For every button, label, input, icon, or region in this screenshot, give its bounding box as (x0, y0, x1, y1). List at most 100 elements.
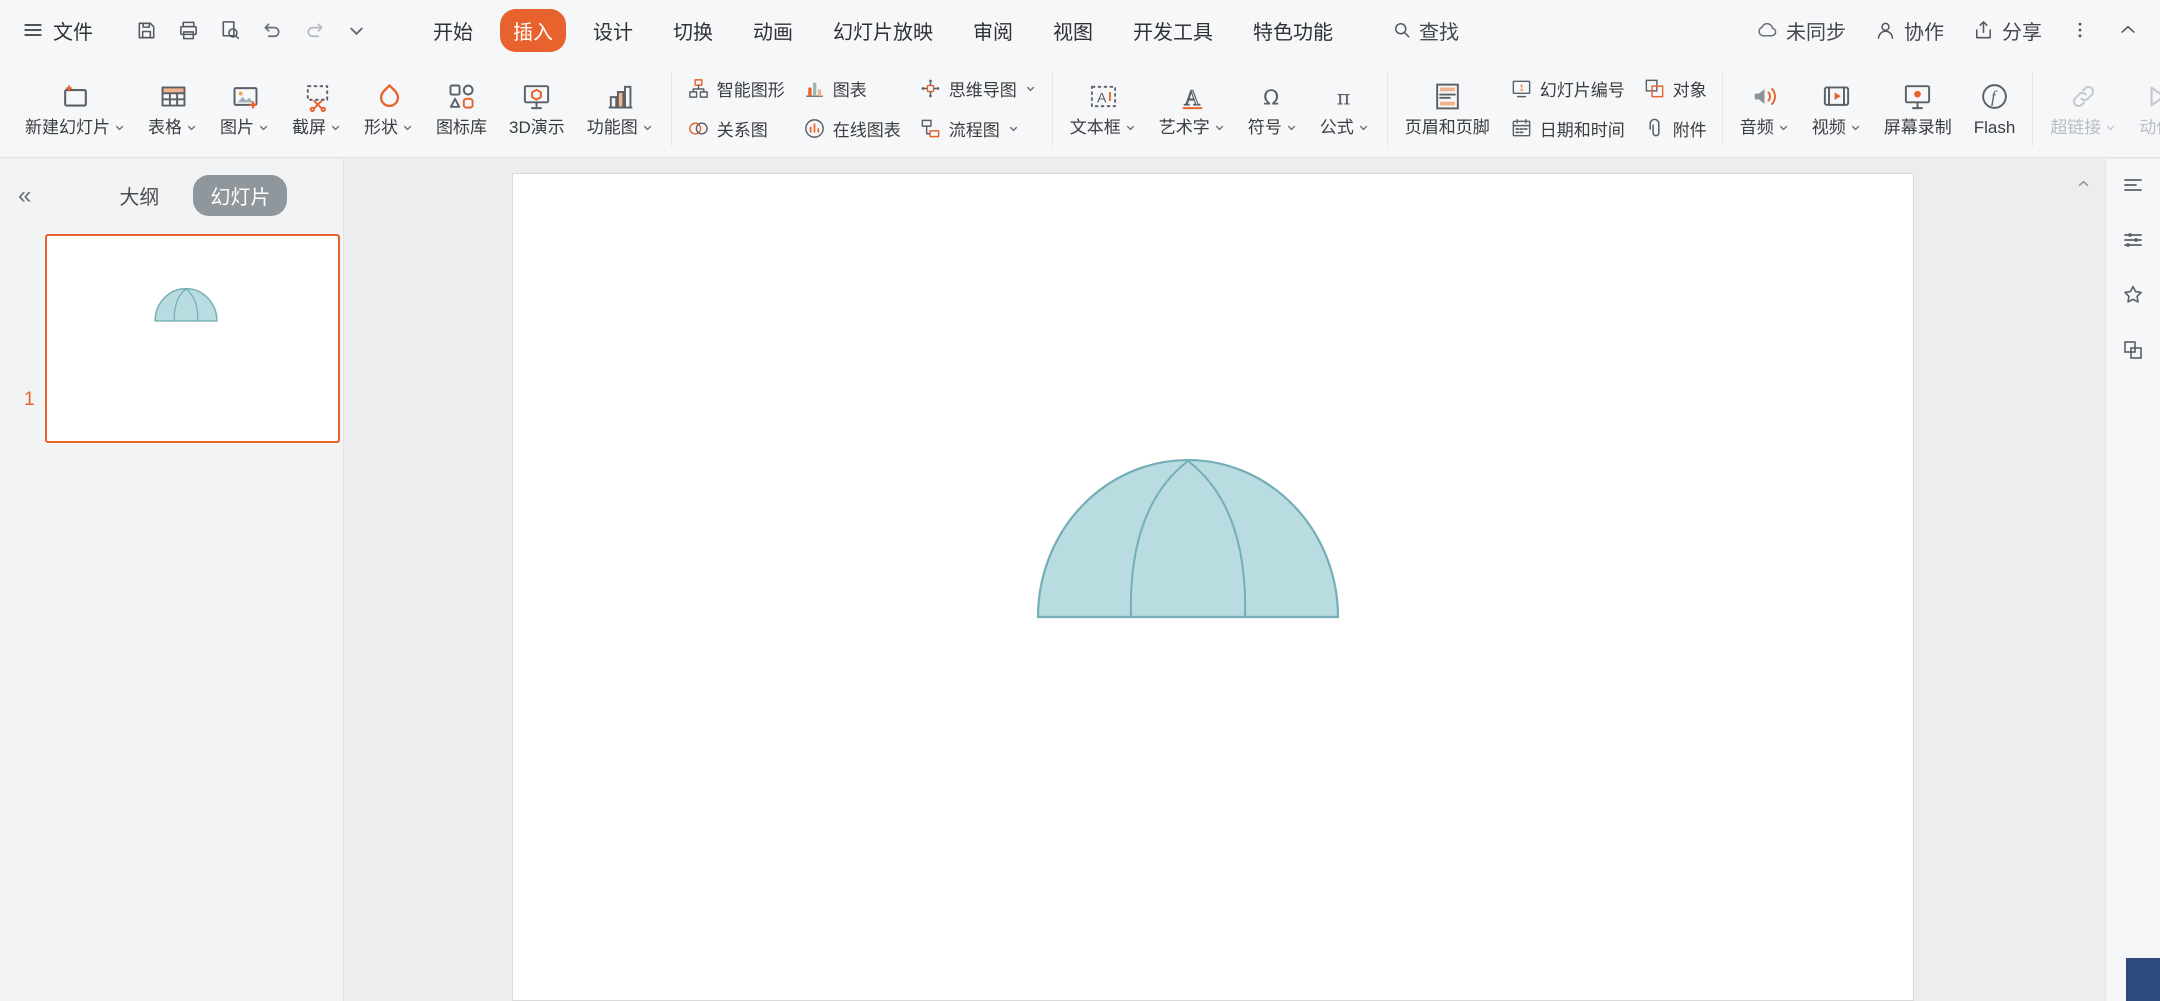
ribbon-label: 流程图 (949, 116, 1000, 141)
ribbon-button-header-footer[interactable]: 页眉和页脚 (1394, 62, 1501, 156)
settings-sliders-icon[interactable] (2121, 228, 2145, 252)
find-button[interactable]: 查找 (1392, 16, 1459, 45)
ribbon-button-new-slide[interactable]: 新建幻灯片 (14, 62, 137, 156)
panel-tab-outline[interactable]: 大纲 (119, 181, 159, 210)
ribbon-button-online-chart[interactable]: 在线图表 (803, 112, 901, 146)
tab-developer[interactable]: 开发工具 (1120, 9, 1226, 52)
ribbon-button-icon-library[interactable]: 图标库 (425, 62, 498, 156)
caret-down-icon (1024, 82, 1037, 95)
ribbon-label: 对象 (1673, 76, 1707, 101)
tab-home[interactable]: 开始 (420, 9, 486, 52)
ribbon-button-textbox[interactable]: A 文本框 (1059, 62, 1148, 156)
star-icon[interactable] (2121, 283, 2145, 307)
relation-diagram-icon (687, 117, 710, 140)
svg-text:1: 1 (1519, 83, 1524, 93)
ribbon-button-flash[interactable]: f Flash (1963, 62, 2027, 156)
ribbon-button-flowchart[interactable]: 流程图 (919, 112, 1037, 146)
ribbon-button-relation-diagram[interactable]: 关系图 (687, 112, 785, 146)
ribbon-button-object[interactable]: 对象 (1643, 72, 1707, 106)
right-toolbar (2105, 159, 2160, 1001)
ribbon-button-wordart[interactable]: A 艺术字 (1148, 62, 1237, 156)
tab-animation[interactable]: 动画 (740, 9, 806, 52)
ribbon-button-smart-graphic[interactable]: 智能图形 (687, 72, 785, 106)
customize-qat-caret-icon[interactable] (345, 19, 368, 42)
caret-down-icon (1285, 121, 1298, 134)
ribbon-label: 关系图 (717, 116, 768, 141)
redo-button[interactable] (303, 19, 326, 42)
ribbon-button-hyperlink: 超链接 (2039, 62, 2128, 156)
ribbon-label: 图标库 (436, 119, 487, 136)
ribbon-label: 页眉和页脚 (1405, 119, 1490, 136)
collapse-panel-icon[interactable]: « (18, 184, 31, 208)
caret-down-icon (641, 121, 654, 134)
video-icon (1821, 81, 1852, 112)
ribbon-label: 思维导图 (949, 76, 1017, 101)
collaborate-button[interactable]: 协作 (1874, 16, 1944, 45)
tab-review[interactable]: 审阅 (960, 9, 1026, 52)
svg-text:π: π (1337, 85, 1351, 109)
ribbon-label: 超链接 (2050, 119, 2101, 136)
file-menu-label: 文件 (53, 16, 93, 45)
dome-shape[interactable] (1028, 457, 1348, 627)
frames-icon[interactable] (2121, 338, 2145, 362)
ribbon-button-action: 动作 (2128, 62, 2160, 156)
caret-down-icon (1357, 121, 1370, 134)
more-menu-icon[interactable] (2070, 20, 2090, 40)
ribbon-button-audio[interactable]: 音频 (1729, 62, 1801, 156)
ribbon-button-video[interactable]: 视频 (1801, 62, 1873, 156)
audio-icon (1749, 81, 1780, 112)
list-lines-icon[interactable] (2121, 173, 2145, 197)
panel-tabs: « 大纲 幻灯片 (0, 159, 343, 216)
ribbon-button-screenshot[interactable]: 截屏 (281, 62, 353, 156)
ribbon-button-symbol[interactable]: Ω 符号 (1237, 62, 1309, 156)
picture-icon (230, 81, 261, 112)
tab-view[interactable]: 视图 (1040, 9, 1106, 52)
person-icon (1874, 19, 1897, 42)
undo-button[interactable] (261, 19, 284, 42)
workspace (344, 159, 2105, 1001)
print-preview-button[interactable] (219, 19, 242, 42)
tab-transition[interactable]: 切换 (660, 9, 726, 52)
ribbon-stack-graphics: 智能图形 关系图 (678, 72, 794, 146)
ribbon-label: 在线图表 (833, 116, 901, 141)
file-menu-button[interactable]: 文件 (22, 16, 93, 45)
ribbon-button-function-diagram[interactable]: 功能图 (576, 62, 665, 156)
collapse-ribbon-icon[interactable] (2118, 20, 2138, 40)
tab-slideshow[interactable]: 幻灯片放映 (820, 9, 946, 52)
ribbon-button-screen-record[interactable]: 屏幕录制 (1873, 62, 1963, 156)
slide-canvas[interactable] (512, 173, 1914, 1001)
find-label: 查找 (1419, 16, 1459, 45)
ribbon-label: 视频 (1812, 119, 1846, 136)
scroll-up-button[interactable] (2071, 171, 2095, 195)
slide-thumbnail[interactable] (45, 234, 340, 443)
sync-status[interactable]: 未同步 (1756, 16, 1846, 45)
ribbon-button-table[interactable]: 表格 (137, 62, 209, 156)
caret-down-icon (1777, 121, 1790, 134)
save-button[interactable] (135, 19, 158, 42)
ribbon-label: 日期和时间 (1540, 116, 1625, 141)
wordart-icon: A (1177, 81, 1208, 112)
share-button[interactable]: 分享 (1972, 16, 2042, 45)
ribbon-button-slide-number[interactable]: 1 幻灯片编号 (1510, 72, 1625, 106)
ribbon-stack-object: 对象 附件 (1634, 72, 1716, 146)
flash-icon: f (1979, 81, 2010, 112)
ribbon-button-3d-presentation[interactable]: 3D演示 (498, 62, 576, 156)
ribbon-button-attachment[interactable]: 附件 (1643, 112, 1707, 146)
object-icon (1643, 77, 1666, 100)
ribbon-button-mindmap[interactable]: 思维导图 (919, 72, 1037, 106)
online-chart-icon (803, 117, 826, 140)
ribbon-button-formula[interactable]: π 公式 (1309, 62, 1381, 156)
ribbon-button-picture[interactable]: 图片 (209, 62, 281, 156)
tab-special-features[interactable]: 特色功能 (1240, 9, 1346, 52)
print-button[interactable] (177, 19, 200, 42)
collaborate-label: 协作 (1904, 16, 1944, 45)
tab-insert[interactable]: 插入 (500, 9, 566, 52)
ribbon-button-datetime[interactable]: 日期和时间 (1510, 112, 1625, 146)
tab-design[interactable]: 设计 (580, 9, 646, 52)
svg-text:f: f (1991, 87, 1998, 106)
slides-panel: « 大纲 幻灯片 1 (0, 159, 344, 1001)
ribbon-button-shapes[interactable]: 形状 (353, 62, 425, 156)
caret-down-icon (329, 121, 342, 134)
ribbon-button-chart[interactable]: 图表 (803, 72, 901, 106)
panel-tab-slides[interactable]: 幻灯片 (193, 175, 287, 216)
